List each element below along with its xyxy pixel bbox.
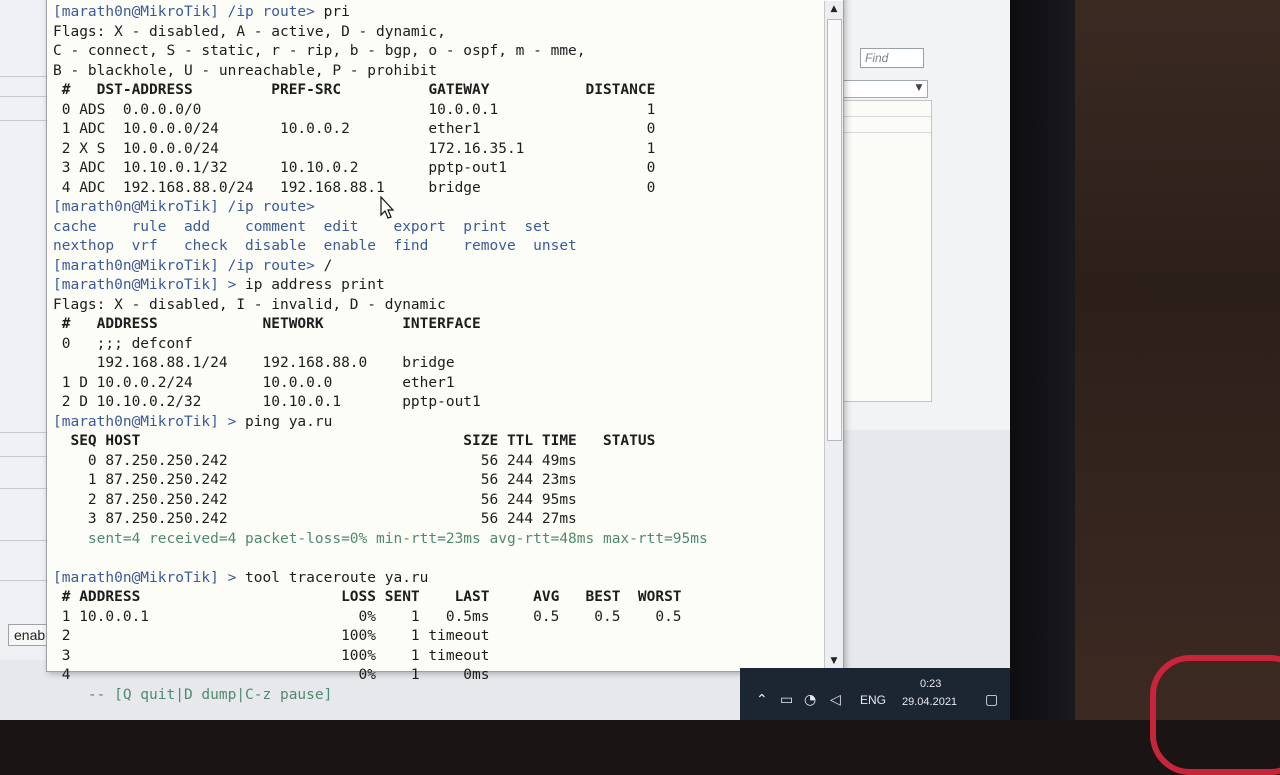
clock-time[interactable]: 0:23 bbox=[920, 678, 941, 690]
monitor-bezel bbox=[1010, 0, 1080, 720]
chevron-up-icon[interactable]: ⌃ bbox=[756, 692, 768, 708]
terminal-line: # ADDRESS NETWORK INTERFACE bbox=[53, 316, 481, 332]
terminal-line: 0 ;;; defconf bbox=[53, 335, 193, 352]
terminal-prompt: [marath0n@MikroTik] > bbox=[53, 569, 237, 586]
terminal-scrollbar[interactable]: ▲ ▼ bbox=[824, 1, 843, 669]
battery-icon[interactable]: ▭ bbox=[780, 692, 793, 708]
scroll-thumb[interactable] bbox=[827, 19, 842, 441]
terminal-line: 3 ADC 10.10.0.1/32 10.10.0.2 pptp-out1 0 bbox=[53, 160, 656, 176]
terminal-command: tool traceroute ya.ru bbox=[236, 569, 429, 586]
language-indicator[interactable]: ENG bbox=[860, 693, 886, 707]
notification-icon[interactable]: ▢ bbox=[985, 692, 998, 708]
scroll-down-icon[interactable]: ▼ bbox=[825, 653, 843, 669]
terminal-line: # DST-ADDRESS PREF-SRC GATEWAY DISTANCE bbox=[53, 82, 656, 98]
terminal-line: 1 10.0.0.1 0% 1 0.5ms 0.5 0.5 0.5 bbox=[53, 608, 682, 625]
terminal-line: -- [Q quit|D dump|C-z pause] bbox=[53, 686, 333, 703]
terminal-window[interactable]: [marath0n@MikroTik] /ip route> pri Flags:… bbox=[46, 0, 844, 703]
terminal-line: 3 100% 1 timeout bbox=[53, 647, 490, 664]
terminal-line: [marath0n@MikroTik] > tool traceroute ya… bbox=[53, 569, 813, 589]
volume-icon[interactable]: ◁ bbox=[830, 692, 841, 708]
terminal-prompt: [marath0n@MikroTik] /ip route> bbox=[53, 199, 315, 215]
terminal-line: nexthop vrf check disable enable find re… bbox=[53, 238, 577, 254]
terminal-output: [marath0n@MikroTik] /ip route> pri Flags:… bbox=[53, 3, 813, 705]
terminal-command: / bbox=[314, 257, 333, 274]
terminal-line: 0 87.250.250.242 56 244 49ms bbox=[53, 452, 577, 469]
terminal-line: 4 0% 1 0ms bbox=[53, 667, 490, 683]
terminal-line: 0 ADS 0.0.0.0/0 10.0.0.1 1 bbox=[53, 101, 656, 118]
terminal-line: [marath0n@MikroTik] /ip route> bbox=[53, 198, 813, 218]
terminal-line: [marath0n@MikroTik] /ip route> pri bbox=[53, 3, 813, 23]
find-input[interactable]: Find bbox=[860, 48, 924, 68]
terminal-line: SEQ HOST SIZE TTL TIME STATUS bbox=[53, 433, 656, 449]
terminal-line: 1 D 10.0.0.2/24 10.0.0.0 ether1 bbox=[53, 374, 455, 391]
terminal-command: ping ya.ru bbox=[236, 413, 333, 430]
terminal-line: [marath0n@MikroTik] /ip route> / bbox=[53, 257, 813, 277]
wifi-icon[interactable]: ◔ bbox=[804, 692, 816, 708]
terminal-line: 192.168.88.1/24 192.168.88.0 bridge bbox=[53, 355, 455, 371]
terminal-prompt: [marath0n@MikroTik] /ip route> bbox=[53, 257, 315, 274]
side-list bbox=[838, 100, 932, 402]
terminal-line: 3 87.250.250.242 56 244 27ms bbox=[53, 511, 577, 527]
terminal-line: sent=4 received=4 packet-loss=0% min-rtt… bbox=[53, 530, 708, 547]
taskbar: ⌃ ▭ ◔ ◁ ENG 0:23 29.04.2021 ▢ bbox=[740, 668, 1020, 720]
terminal-line: 2 D 10.10.0.2/32 10.10.0.1 pptp-out1 bbox=[53, 394, 481, 410]
terminal-line: 1 87.250.250.242 56 244 23ms bbox=[53, 472, 577, 488]
terminal-line: # ADDRESS LOSS SENT LAST AVG BEST WORST bbox=[53, 589, 682, 605]
terminal-prompt: [marath0n@MikroTik] > bbox=[53, 277, 237, 293]
terminal-line: 2 100% 1 timeout bbox=[53, 628, 490, 644]
screen: Find ▼ enabled [marath0n@MikroTik] /ip r… bbox=[0, 0, 1020, 720]
terminal-line: 4 ADC 192.168.88.0/24 192.168.88.1 bridg… bbox=[53, 179, 656, 196]
scroll-up-icon[interactable]: ▲ bbox=[825, 1, 843, 17]
terminal-line: Flags: X - disabled, I - invalid, D - dy… bbox=[53, 296, 446, 313]
terminal-line: [marath0n@MikroTik] > ping ya.ru bbox=[53, 413, 813, 433]
terminal-line: C - connect, S - static, r - rip, b - bg… bbox=[53, 43, 586, 59]
terminal-command: ip address print bbox=[236, 277, 385, 293]
terminal-prompt: [marath0n@MikroTik] > bbox=[53, 413, 237, 430]
terminal-prompt: [marath0n@MikroTik] /ip route> bbox=[53, 4, 315, 20]
room-background bbox=[1075, 0, 1280, 720]
clock-date[interactable]: 29.04.2021 bbox=[902, 696, 957, 708]
terminal-line: 2 87.250.250.242 56 244 95ms bbox=[53, 491, 577, 508]
red-cable bbox=[1150, 655, 1280, 775]
terminal-line: B - blackhole, U - unreachable, P - proh… bbox=[53, 62, 438, 79]
terminal-line: Flags: X - disabled, A - active, D - dyn… bbox=[53, 23, 446, 40]
terminal-line: [marath0n@MikroTik] > ip address print bbox=[53, 276, 813, 296]
filter-dropdown[interactable]: ▼ bbox=[840, 80, 928, 98]
chevron-down-icon: ▼ bbox=[915, 83, 923, 93]
terminal-line: 2 X S 10.0.0.0/24 172.16.35.1 1 bbox=[53, 140, 656, 157]
terminal-line: cache rule add comment edit export print… bbox=[53, 218, 551, 235]
terminal-command: pri bbox=[314, 4, 350, 20]
mouse-pointer-icon bbox=[380, 196, 395, 219]
terminal-line: 1 ADC 10.0.0.0/24 10.0.0.2 ether1 0 bbox=[53, 121, 656, 137]
